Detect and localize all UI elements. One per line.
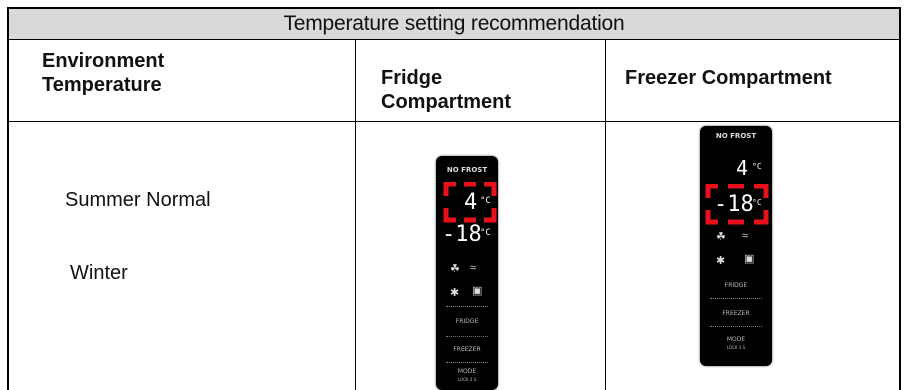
panel-separator [710,298,762,299]
freezer-button: FREEZER [453,346,481,353]
snowflake-icon: ✱ [450,287,460,299]
leaf-icon: ☘ [450,263,460,275]
leaf-icon: ☘ [716,231,726,243]
bottom-temperature: -18 [714,192,754,217]
header-freezer: Freezer Compartment [625,67,832,89]
highlight-bracket [443,182,497,223]
lock-icon: ▣ [744,253,755,265]
top-temperature-unit: °C [752,162,762,171]
column-divider [605,40,606,390]
mode-lock-caption: LOCK 3 S [457,377,477,382]
freezer-control-panel: NO FROST 4 °C -18 °C ☘ ≈ ✱ ▣ FRIDGE FREE… [700,126,772,366]
panel-separator [446,362,488,363]
header-divider [9,121,899,122]
mode-button: MODE [457,368,477,375]
panel-separator [446,336,488,337]
fridge-control-panel: NO FROST 4 °C -18 °C ☘ ≈ ✱ ▣ FRIDGE FREE… [436,156,498,390]
bottom-temperature-unit: °C [752,198,762,207]
top-temperature: 4 [736,156,749,180]
snowflake-icon: ✱ [716,255,726,267]
row-summer-normal: Summer Normal [65,189,211,211]
mode-button: MODE [726,336,746,343]
holiday-icon: ≈ [742,230,749,242]
lock-icon: ▣ [472,285,483,297]
panel-brand: NO FROST [446,166,488,174]
table-title-row: Temperature setting recommendation [9,9,899,40]
bottom-temperature: -18 [442,222,482,247]
holiday-icon: ≈ [470,262,477,274]
bottom-temperature-unit: °C [480,228,491,238]
panel-brand: NO FROST [715,132,757,140]
column-divider [355,40,356,390]
fridge-button: FRIDGE [455,318,479,325]
table-title: Temperature setting recommendation [283,12,625,35]
row-winter: Winter [70,262,128,284]
freezer-button: FREEZER [722,310,750,317]
header-fridge: Fridge Compartment [381,67,512,113]
fridge-button: FRIDGE [724,282,748,289]
panel-separator [446,306,488,307]
panel-separator [710,326,762,327]
header-environment: Environment Temperature [42,50,165,96]
mode-lock-caption: LOCK 3 S [726,345,746,350]
